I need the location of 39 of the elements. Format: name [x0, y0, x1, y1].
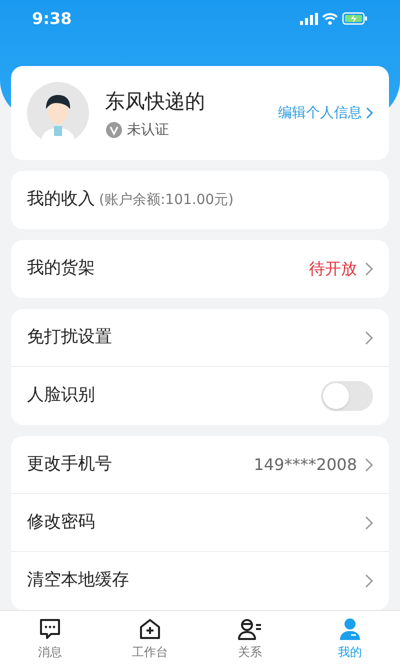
settings-row[interactable]: 我的收入 (账户余额:101.00元) — [11, 171, 389, 229]
verification-badge-icon — [105, 121, 123, 139]
tab-item[interactable]: 工作台 — [100, 611, 200, 666]
settings-row[interactable]: 修改密码 — [11, 494, 389, 552]
verification-status: 未认证 — [127, 120, 169, 140]
settings-row[interactable]: 人脸识别 — [11, 367, 389, 425]
settings-row[interactable]: 清空本地缓存 — [11, 552, 389, 610]
row-label: 更改手机号 — [27, 452, 113, 476]
tab-item[interactable]: 消息 — [0, 611, 100, 666]
chevron-icon — [366, 107, 373, 119]
contacts-icon — [237, 616, 263, 640]
balance-note: (账户余额:101.00元) — [99, 190, 234, 210]
row-value: 待开放 — [309, 258, 357, 280]
chevron-icon — [365, 516, 373, 530]
chevron-icon — [365, 574, 373, 588]
wifi-icon — [322, 12, 338, 24]
chevron-icon — [365, 458, 373, 472]
row-label: 我的收入 — [27, 188, 95, 212]
person-icon — [338, 616, 362, 640]
home-plus-icon — [138, 616, 162, 640]
row-label: 清空本地缓存 — [27, 569, 130, 592]
toggle-switch[interactable] — [321, 381, 373, 411]
settings-row[interactable]: 免打扰设置 — [11, 309, 389, 367]
row-label: 我的货架 — [27, 257, 96, 280]
user-name: 东风快递的 — [105, 88, 206, 114]
avatar-drawing — [27, 82, 89, 144]
settings-row[interactable]: 更改手机号 149****2008 — [11, 436, 389, 494]
battery-icon — [342, 12, 368, 25]
row-label: 修改密码 — [27, 510, 96, 534]
signal-icon — [300, 12, 318, 24]
row-value: 149****2008 — [254, 454, 357, 476]
status-time: 9:38 — [32, 8, 72, 30]
chevron-icon — [365, 262, 373, 276]
tab-item[interactable]: 关系 — [200, 611, 300, 666]
chevron-icon — [365, 330, 373, 344]
row-label: 人脸识别 — [27, 384, 96, 408]
settings-row[interactable]: 我的货架 待开放 — [11, 240, 389, 298]
row-label: 免打扰设置 — [27, 326, 113, 349]
chat-icon — [38, 616, 62, 640]
